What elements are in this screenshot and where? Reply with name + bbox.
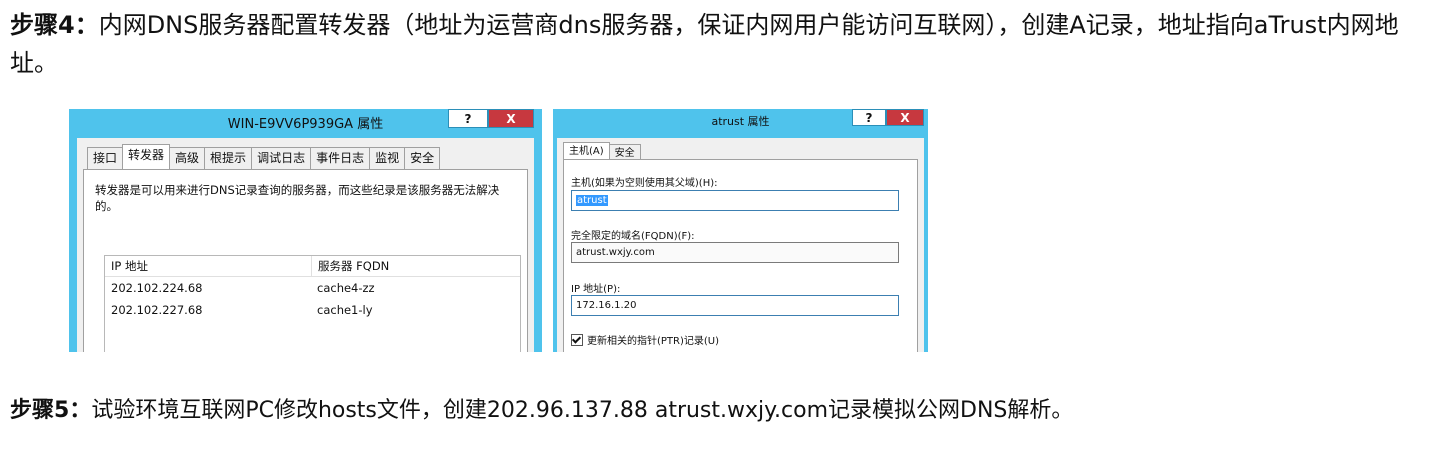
dns-server-properties-dialog: WIN-E9VV6P939GA 属性 ? X 接口 转发器 高级 根提示 调试日… (69, 109, 542, 352)
dialog-titlebar[interactable]: atrust 属性 ? X (553, 109, 928, 134)
help-button[interactable]: ? (448, 109, 488, 128)
ip-label: IP 地址(P): (571, 284, 621, 295)
tab-monitoring[interactable]: 监视 (369, 147, 406, 169)
close-button[interactable]: X (886, 109, 924, 126)
ptr-label: 更新相关的指针(PTR)记录(U) (587, 336, 720, 347)
forwarders-list[interactable]: IP 地址 服务器 FQDN 202.102.224.68 cache4-zz … (104, 255, 521, 352)
dialog-body: 主机(A) 安全 主机(如果为空则使用其父域)(H): atrust 完全限定的… (557, 138, 924, 352)
forwarders-panel: 转发器是可以用来进行DNS记录查询的服务器，而这些纪录是该服务器无法解决的。 I… (83, 169, 528, 352)
column-ip-address[interactable]: IP 地址 (105, 256, 311, 276)
host-input[interactable]: atrust (571, 190, 899, 211)
close-button[interactable]: X (488, 109, 534, 128)
host-panel: 主机(如果为空则使用其父域)(H): atrust 完全限定的域名(FQDN)(… (563, 159, 918, 352)
ip-address-cell: 202.102.227.68 (111, 303, 203, 317)
step4-paragraph: 步骤4：内网DNS服务器配置转发器（地址为运营商dns服务器，保证内网用户能访问… (10, 6, 1420, 82)
a-record-properties-dialog: atrust 属性 ? X 主机(A) 安全 主机(如果为空则使用其父域)(H)… (553, 109, 928, 352)
tab-forwarders[interactable]: 转发器 (122, 144, 171, 169)
host-label: 主机(如果为空则使用其父域)(H): (571, 178, 718, 189)
list-item[interactable]: 202.102.227.68 cache1-ly (105, 299, 520, 321)
tab-debug-logging[interactable]: 调试日志 (251, 147, 312, 169)
dialog-titlebar[interactable]: WIN-E9VV6P939GA 属性 ? X (69, 109, 542, 134)
fqdn-cell: cache4-zz (317, 281, 375, 295)
forwarders-description: 转发器是可以用来进行DNS记录查询的服务器，而这些纪录是该服务器无法解决的。 (95, 183, 500, 213)
step4-text: 内网DNS服务器配置转发器（地址为运营商dns服务器，保证内网用户能访问互联网）… (10, 11, 1399, 77)
fqdn-label: 完全限定的域名(FQDN)(F): (571, 231, 695, 242)
tab-advanced[interactable]: 高级 (169, 147, 206, 169)
list-item[interactable]: 202.102.224.68 cache4-zz (105, 277, 520, 299)
step5-text: 试验环境互联网PC修改hosts文件，创建202.96.137.88 atrus… (91, 398, 1074, 423)
tab-security[interactable]: 安全 (404, 147, 441, 169)
dialog-body: 接口 转发器 高级 根提示 调试日志 事件日志 监视 安全 转发器是可以用来进行… (77, 138, 534, 352)
step5-paragraph: 步骤5：试验环境互联网PC修改hosts文件，创建202.96.137.88 a… (10, 392, 1420, 430)
fqdn-cell: cache1-ly (317, 303, 373, 317)
tab-root-hints[interactable]: 根提示 (204, 147, 253, 169)
list-header: IP 地址 服务器 FQDN (105, 256, 520, 277)
ptr-checkbox-row[interactable]: 更新相关的指针(PTR)记录(U) (571, 332, 719, 347)
step4-label: 步骤4： (10, 11, 99, 39)
tab-event-logging[interactable]: 事件日志 (310, 147, 371, 169)
tab-interfaces[interactable]: 接口 (87, 147, 124, 169)
column-server-fqdn[interactable]: 服务器 FQDN (311, 256, 520, 276)
step5-label: 步骤5： (10, 398, 92, 423)
ip-address-input[interactable]: 172.16.1.20 (571, 295, 899, 316)
help-button[interactable]: ? (852, 109, 886, 126)
ptr-checkbox[interactable] (571, 333, 583, 346)
fqdn-field: atrust.wxjy.com (571, 242, 899, 263)
host-value: atrust (576, 195, 608, 206)
ip-address-cell: 202.102.224.68 (111, 281, 203, 295)
